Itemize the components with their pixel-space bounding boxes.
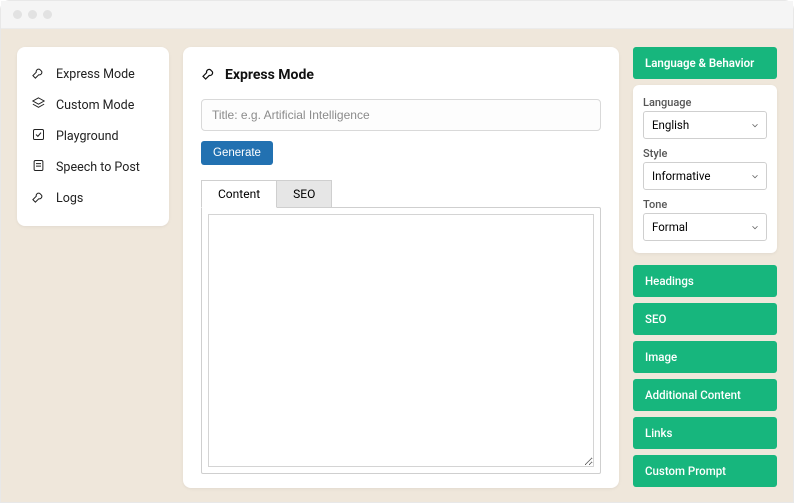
wrench-icon (31, 65, 46, 84)
sidebar: Express Mode Custom Mode Playground Spee… (17, 47, 169, 226)
tabs: Content SEO (201, 179, 601, 207)
main-panel: Express Mode Generate Content SEO (183, 47, 619, 488)
sidebar-item-playground[interactable]: Playground (27, 121, 159, 152)
wrench-icon (201, 65, 217, 85)
wrench-icon (31, 189, 46, 208)
sidebar-item-label: Speech to Post (56, 160, 140, 175)
page-title-text: Express Mode (225, 67, 314, 83)
panel-image[interactable]: Image (633, 341, 777, 373)
document-icon (31, 158, 46, 177)
panel-custom-prompt[interactable]: Custom Prompt (633, 455, 777, 487)
panel-language-behavior-body: Language English Style Informative Tone (633, 85, 777, 253)
content-editor[interactable] (208, 214, 594, 467)
app-body: Express Mode Custom Mode Playground Spee… (1, 29, 793, 502)
window-dot (13, 10, 22, 19)
sidebar-item-logs[interactable]: Logs (27, 183, 159, 214)
panel-links[interactable]: Links (633, 417, 777, 449)
window-titlebar (1, 1, 793, 29)
window-dot (43, 10, 52, 19)
tab-content[interactable]: Content (201, 180, 277, 208)
panel-seo[interactable]: SEO (633, 303, 777, 335)
content-editor-wrapper (201, 207, 601, 474)
sidebar-item-label: Custom Mode (56, 98, 134, 113)
right-column: Language & Behavior Language English Sty… (633, 47, 777, 488)
language-select[interactable]: English (643, 111, 767, 139)
sidebar-item-speech-to-post[interactable]: Speech to Post (27, 152, 159, 183)
sidebar-item-label: Logs (56, 191, 83, 206)
panel-language-behavior-header[interactable]: Language & Behavior (633, 47, 777, 79)
panel-additional-content[interactable]: Additional Content (633, 379, 777, 411)
page-title: Express Mode (201, 65, 601, 85)
generate-button[interactable]: Generate (201, 141, 273, 165)
sidebar-item-custom-mode[interactable]: Custom Mode (27, 90, 159, 121)
tone-label: Tone (643, 198, 767, 211)
tab-seo[interactable]: SEO (277, 180, 332, 208)
browser-frame: Express Mode Custom Mode Playground Spee… (0, 0, 794, 503)
tone-select[interactable]: Formal (643, 213, 767, 241)
sidebar-item-label: Express Mode (56, 67, 135, 82)
language-label: Language (643, 96, 767, 109)
title-input[interactable] (201, 99, 601, 131)
layers-icon (31, 96, 46, 115)
sidebar-item-express-mode[interactable]: Express Mode (27, 59, 159, 90)
panel-headings[interactable]: Headings (633, 265, 777, 297)
checkbox-icon (31, 127, 46, 146)
style-select[interactable]: Informative (643, 162, 767, 190)
style-label: Style (643, 147, 767, 160)
sidebar-item-label: Playground (56, 129, 119, 144)
window-dot (28, 10, 37, 19)
